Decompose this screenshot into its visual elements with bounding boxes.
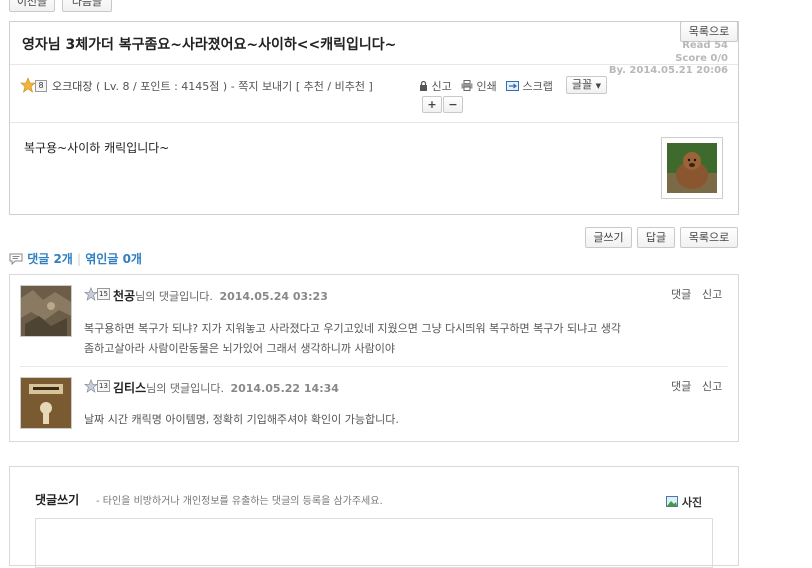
- chevron-down-icon: ▼: [595, 82, 602, 90]
- photo-icon: [666, 496, 678, 507]
- rec-slash: /: [327, 80, 332, 93]
- scrap-action[interactable]: 스크랩: [506, 78, 553, 94]
- lock-icon: [419, 80, 428, 91]
- print-label: 인쇄: [476, 80, 497, 93]
- comment-date: 2014.05.22 14:34: [230, 382, 339, 395]
- font-minus-button[interactable]: −: [443, 96, 463, 113]
- recommend-link[interactable]: 추천: [304, 80, 324, 93]
- comment-reply-link[interactable]: 댓글: [671, 378, 691, 394]
- write-comment-title: 댓글쓰기: [35, 493, 80, 507]
- post-body: 복구용~사이하 캐릭입니다~: [24, 141, 170, 155]
- unrecommend-link[interactable]: 비추천: [335, 80, 365, 93]
- comment-reply-link[interactable]: 댓글: [671, 286, 691, 302]
- photo-label: 사진: [681, 496, 703, 509]
- report-action[interactable]: 신고: [419, 78, 452, 94]
- comment-text-line: 좀하고살아라 사람이란동물은 뇌가있어 그래서 생각하니까 사람이야: [84, 342, 395, 355]
- comment-header: 김티스님의 댓글입니다. 2014.05.22 14:34: [113, 379, 339, 396]
- comment-level-badge: 15: [97, 288, 110, 300]
- list-button-top[interactable]: 목록으로: [680, 21, 738, 42]
- commenter-name[interactable]: 천공: [113, 289, 135, 303]
- author-dash: -: [230, 80, 235, 93]
- read-count: Read 54: [682, 40, 728, 51]
- count-divider: |: [77, 252, 82, 266]
- author-row: 오크대장 ( Lv. 8 / 포인트 : 4145점 ) - 쪽지 보내기 [ …: [52, 78, 373, 94]
- send-message-link[interactable]: 쪽지 보내기: [238, 80, 292, 93]
- comment-avatar: [20, 377, 72, 429]
- prev-post-button[interactable]: 이전글: [9, 0, 55, 12]
- comment-report-link[interactable]: 신고: [702, 378, 722, 394]
- author-avatar: [661, 137, 723, 199]
- rec-close-bracket: ]: [368, 80, 373, 93]
- next-post-button[interactable]: 다음글: [62, 0, 112, 12]
- level-badge: 8: [35, 80, 47, 92]
- scrap-label: 스크랩: [522, 80, 553, 93]
- comment-suffix: 님의 댓글입니다.: [135, 290, 213, 303]
- write-button[interactable]: 글쓰기: [585, 227, 632, 248]
- write-comment-notice: - 타인을 비방하거나 개인정보를 유출하는 댓글의 등록을 삼가주세요.: [96, 496, 383, 507]
- font-dropdown[interactable]: 글꼴 ▼: [566, 76, 607, 94]
- comment-count-row: 댓글 2개 | 엮인글 0개: [9, 250, 142, 267]
- comment-bubble-icon: [9, 253, 23, 266]
- post-date: By. 2014.05.21 20:06: [608, 65, 728, 76]
- post-title: 영자님 3체가더 복구좀요~사라졌어요~사이하<<캐릭입니다~: [22, 37, 397, 53]
- print-action[interactable]: 인쇄: [461, 78, 497, 94]
- author-info: ( Lv. 8 / 포인트 : 4145점 ): [95, 80, 228, 93]
- printer-icon: [461, 80, 473, 91]
- photo-button[interactable]: 사진: [666, 494, 702, 510]
- comment-text: 복구용하면 복구가 되냐? 지가 지워놓고 사라졌다고 우기고있네 지웠으면 그…: [84, 319, 621, 359]
- comment-level-star-icon: [84, 286, 98, 301]
- comment-count[interactable]: 댓글 2개: [27, 252, 73, 266]
- comment-report-link[interactable]: 신고: [702, 286, 722, 302]
- trackback-count[interactable]: 엮인글 0개: [85, 252, 142, 266]
- comment-textarea[interactable]: [35, 518, 713, 568]
- comment-date: 2014.05.24 03:23: [219, 290, 328, 303]
- comment-text: 날짜 시간 캐릭명 아이템명, 정확히 기입해주셔야 확인이 가능합니다.: [84, 413, 399, 426]
- comment-level-badge: 13: [97, 380, 110, 392]
- comment-level-star-icon: [84, 378, 98, 393]
- list-button-bottom[interactable]: 목록으로: [680, 227, 738, 248]
- author-name[interactable]: 오크대장: [52, 80, 92, 93]
- comment-header: 천공님의 댓글입니다. 2014.05.24 03:23: [113, 287, 328, 304]
- score: Score 0/0: [675, 53, 728, 64]
- comment-text-line: 복구용하면 복구가 되냐? 지가 지워놓고 사라졌다고 우기고있네 지웠으면 그…: [84, 322, 622, 335]
- level-star-icon: [20, 77, 36, 93]
- rec-open-bracket: [: [295, 80, 301, 93]
- commenter-name[interactable]: 김티스: [113, 381, 146, 395]
- font-label: 글꼴: [571, 78, 593, 91]
- font-plus-button[interactable]: +: [422, 96, 442, 113]
- comment-avatar: [20, 285, 72, 337]
- reply-button[interactable]: 답글: [637, 227, 675, 248]
- report-label: 신고: [431, 80, 452, 93]
- comment-suffix: 님의 댓글입니다.: [146, 382, 224, 395]
- scrap-icon: [506, 81, 519, 91]
